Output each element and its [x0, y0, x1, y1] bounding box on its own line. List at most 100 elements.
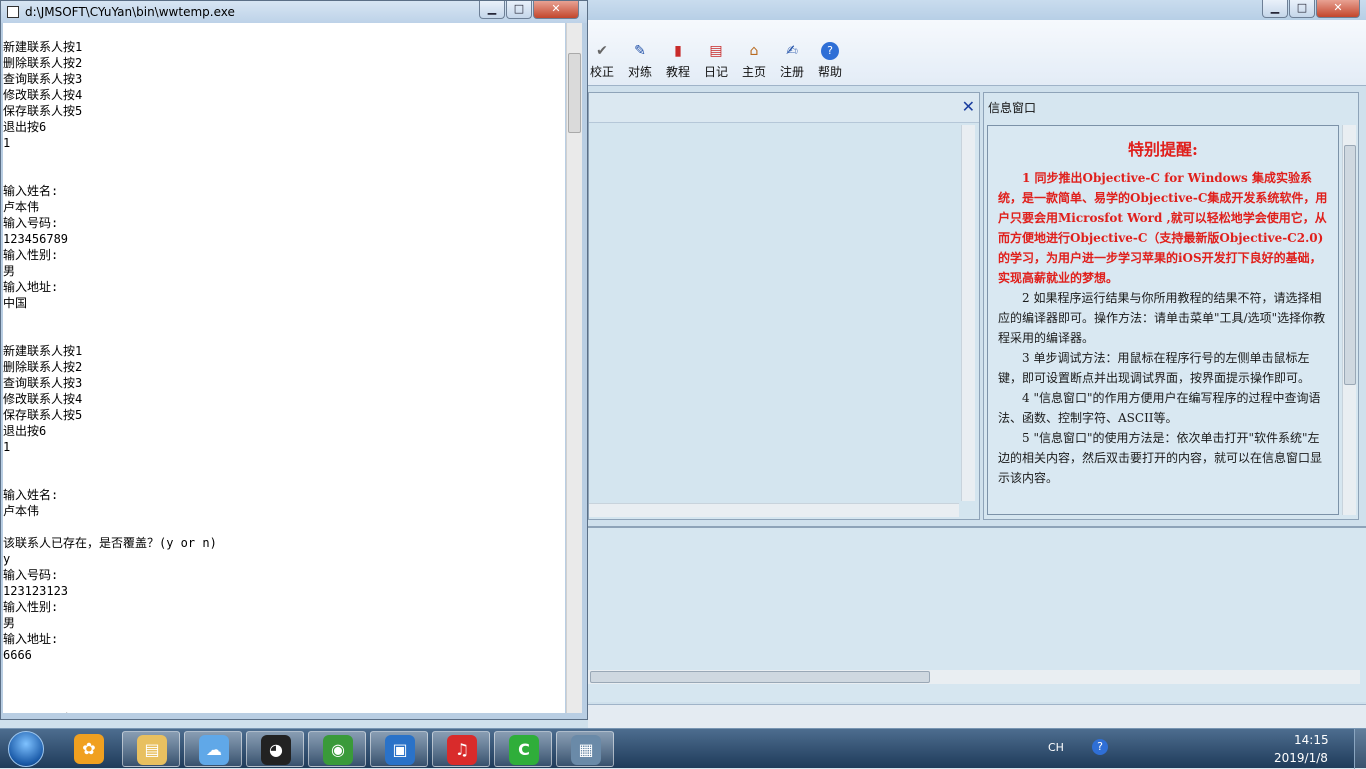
toolbar-check-button[interactable]: ✔ 校正	[583, 42, 621, 80]
console-line: 1	[3, 440, 11, 454]
home-icon: ⌂	[749, 43, 759, 59]
console-line: 输入性别:	[3, 248, 59, 262]
console-line: 新建联系人按1	[3, 40, 83, 54]
clock-time[interactable]: 14:15	[1294, 733, 1329, 747]
console-app-icon: ▦	[571, 735, 601, 765]
toolbar-register-button[interactable]: ✍ 注册	[773, 42, 811, 80]
console-line: 查询联系人按3	[3, 376, 83, 390]
close-icon[interactable]: ✕	[962, 97, 975, 116]
register-icon: ✍	[786, 43, 798, 59]
taskbar: ✿ ▤ ☁ ◕ ◉ ▣ ♫ C ▦ CH ? 14:15 2019/1/8	[0, 728, 1366, 769]
scrollbar-thumb[interactable]	[568, 53, 581, 133]
console-vertical-scrollbar[interactable]	[566, 23, 582, 713]
console-titlebar[interactable]: d:\JMSOFT\CYuYan\bin\wwtemp.exe ▁ □ ✕	[1, 1, 587, 23]
toolbar-tutorial-button[interactable]: ▮ 教程	[659, 42, 697, 80]
toolbar-label: 对练	[627, 65, 652, 79]
console-minimize-button[interactable]: ▁	[479, 1, 505, 19]
console-title: d:\JMSOFT\CYuYan\bin\wwtemp.exe	[25, 5, 235, 19]
info-vertical-scrollbar[interactable]	[1342, 125, 1356, 515]
clock-date[interactable]: 2019/1/8	[1274, 751, 1328, 765]
c-lang-app[interactable]: C	[494, 731, 552, 767]
file-explorer-app-icon: ▤	[137, 735, 167, 765]
c-lang-app-icon: C	[509, 735, 539, 765]
console-line: 退出按6	[3, 120, 47, 134]
books-icon: ▮	[674, 43, 682, 59]
edit-icon: ✎	[634, 43, 646, 59]
language-indicator[interactable]: CH	[1048, 741, 1064, 754]
ide-maximize-button[interactable]: □	[1289, 0, 1315, 18]
console-app[interactable]: ▦	[556, 731, 614, 767]
console-line: 该联系人已存在，是否覆盖？(y or n)	[3, 536, 217, 550]
editor-tab-bar: ✕	[589, 93, 979, 123]
info-window-content[interactable]: 特别提醒: 1 同步推出Objective-C for Windows 集成实验…	[987, 125, 1339, 515]
console-line: 1	[3, 136, 11, 150]
console-maximize-button[interactable]: □	[506, 1, 532, 19]
info-paragraph: 3 单步调试方法：用鼠标在程序行号的左侧单击鼠标左键，即可设置断点并出现调试界面…	[998, 351, 1311, 385]
info-paragraph: 1 同步推出Objective-C for Windows 集成实验系统，是一款…	[998, 171, 1328, 285]
toolbar-home-button[interactable]: ⌂ 主页	[735, 42, 773, 80]
console-line: 输入姓名:	[3, 184, 59, 198]
output-pane[interactable]	[588, 526, 1366, 702]
toolbar-label: 注册	[779, 65, 804, 79]
toolbar-practice-button[interactable]: ✎ 对练	[621, 42, 659, 80]
console-line: 保存联系人按5	[3, 408, 83, 422]
console-line: 输入地址:	[3, 632, 59, 646]
console-line: 6666	[3, 648, 32, 662]
console-line: 修改联系人按4	[3, 392, 83, 406]
qq-app-icon: ◕	[261, 735, 291, 765]
show-desktop-button[interactable]	[1354, 729, 1366, 769]
console-line: 中国	[3, 296, 28, 310]
help-icon[interactable]: ?	[1092, 739, 1108, 755]
console-line: 123123123	[3, 584, 69, 598]
start-button[interactable]	[8, 731, 44, 767]
output-horizontal-scrollbar[interactable]	[588, 670, 1360, 684]
pinwheel-app[interactable]: ✿	[60, 731, 118, 767]
diary-icon: ▤	[709, 43, 723, 59]
console-line: 男	[3, 616, 16, 630]
console-line: 修改联系人按4	[3, 88, 83, 102]
system-tray: CH ? 14:15 2019/1/8	[1040, 729, 1366, 769]
editor-pane[interactable]: ✕	[588, 92, 980, 520]
toolbar-label: 主页	[741, 65, 766, 79]
console-line: y	[3, 552, 11, 566]
console-line: 卢本伟	[3, 504, 40, 518]
chrome-app-icon: ◉	[323, 735, 353, 765]
console-line: 输入地址:	[3, 280, 59, 294]
editor-horizontal-scrollbar[interactable]	[589, 503, 959, 517]
toolbar-diary-button[interactable]: ▤ 日记	[697, 42, 735, 80]
sticky-app[interactable]: ▣	[370, 731, 428, 767]
info-window: 信息窗口 特别提醒: 1 同步推出Objective-C for Windows…	[983, 92, 1359, 520]
toolbar-label: 帮助	[817, 65, 842, 79]
sticky-app-icon: ▣	[385, 735, 415, 765]
ide-close-button[interactable]: ✕	[1316, 0, 1360, 18]
qq-app[interactable]: ◕	[246, 731, 304, 767]
console-line: 退出按6	[3, 424, 47, 438]
toolbar-label: 教程	[665, 65, 690, 79]
toolbar-label: 校正	[589, 65, 614, 79]
console-close-button[interactable]: ✕	[533, 1, 579, 19]
music-app[interactable]: ♫	[432, 731, 490, 767]
info-paragraph: 4 "信息窗口"的作用方便用户在编写程序的过程中查询语法、函数、控制字符、ASC…	[998, 391, 1321, 425]
console-line: 卢本伟	[3, 200, 40, 214]
scrollbar-thumb[interactable]	[1344, 145, 1356, 385]
weather-app[interactable]: ☁	[184, 731, 242, 767]
music-app-icon: ♫	[447, 735, 477, 765]
console-line: 删除联系人按2	[3, 360, 83, 374]
file-explorer-app[interactable]: ▤	[122, 731, 180, 767]
info-title: 特别提醒:	[1128, 140, 1198, 159]
ide-minimize-button[interactable]: ▁	[1262, 0, 1288, 18]
weather-app-icon: ☁	[199, 735, 229, 765]
editor-vertical-scrollbar[interactable]	[961, 125, 975, 501]
scrollbar-thumb[interactable]	[590, 671, 930, 683]
chrome-app[interactable]: ◉	[308, 731, 366, 767]
toolbar-help-button[interactable]: ? 帮助	[811, 42, 849, 80]
console-line: 半:	[3, 711, 565, 713]
console-output[interactable]: 新建联系人按1 删除联系人按2 查询联系人按3 修改联系人按4 保存联系人按5 退出按6 1…	[3, 23, 565, 713]
console-line: 输入号码:	[3, 216, 59, 230]
console-lines: 新建联系人按1 删除联系人按2 查询联系人按3 修改联系人按4 保存联系人按5 退出按6 1…	[3, 23, 565, 713]
